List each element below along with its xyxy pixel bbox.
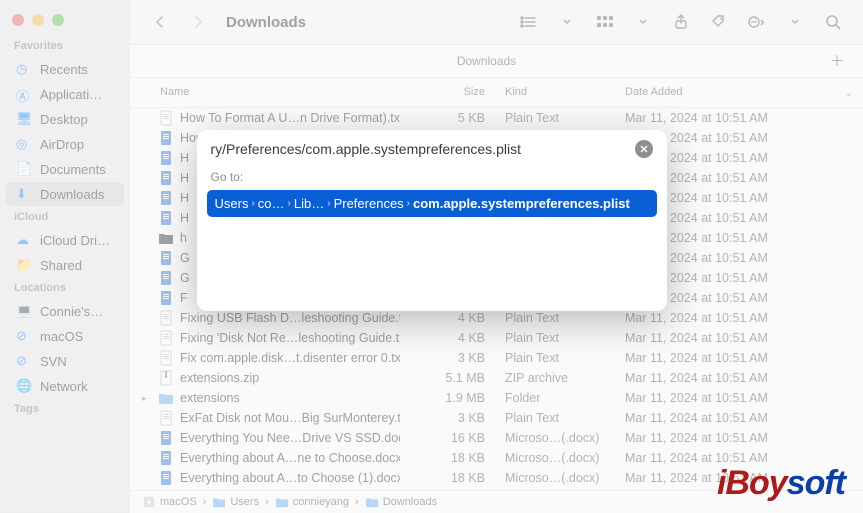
goto-label: Go to: xyxy=(197,168,667,186)
suggestion-final: com.apple.systempreferences.plist xyxy=(413,196,630,211)
modal-overlay: Go to: Users›co…›Lib…›Preferences›com.ap… xyxy=(0,0,863,513)
watermark-post: soft xyxy=(787,464,845,502)
chevron-right-icon: › xyxy=(327,198,330,209)
goto-folder-dialog: Go to: Users›co…›Lib…›Preferences›com.ap… xyxy=(197,130,667,311)
watermark-pre: iBoy xyxy=(717,464,787,502)
goto-path-input[interactable] xyxy=(211,141,627,157)
chevron-right-icon: › xyxy=(251,198,254,209)
chevron-right-icon: › xyxy=(288,198,291,209)
suggestion-segment: Preferences xyxy=(334,196,404,211)
watermark-logo: iBoysoft xyxy=(717,464,845,503)
suggestion-segment: Users xyxy=(215,196,249,211)
goto-suggestion-row[interactable]: Users›co…›Lib…›Preferences›com.apple.sys… xyxy=(207,190,657,217)
suggestion-segment: Lib… xyxy=(294,196,324,211)
chevron-right-icon: › xyxy=(407,198,410,209)
suggestion-segment: co… xyxy=(258,196,285,211)
clear-input-button[interactable] xyxy=(635,140,653,158)
